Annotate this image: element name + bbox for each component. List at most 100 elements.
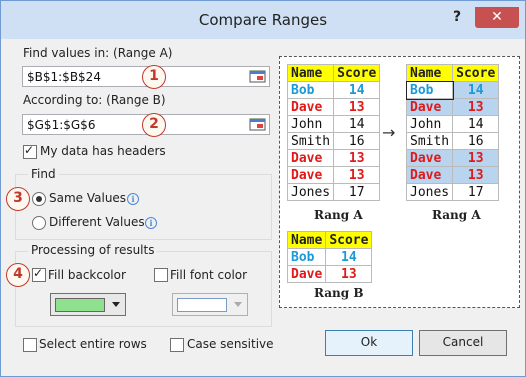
- marker-4: 4: [6, 263, 30, 287]
- preview-name-cell: Dave: [405, 166, 454, 184]
- preview-name-cell: Dave: [286, 166, 335, 184]
- preview-score-cell: 13: [333, 98, 381, 116]
- chevron-down-icon: [112, 302, 120, 307]
- preview-row: Jones 17: [286, 183, 381, 201]
- preview-name-cell: Dave: [405, 98, 454, 116]
- preview-name-cell: Dave: [286, 98, 335, 116]
- preview-header-row: Name Score: [286, 231, 373, 249]
- preview-score-cell: 16: [452, 132, 500, 150]
- range-a-value: $B$1:$B$24: [27, 70, 101, 84]
- backcolor-dropdown[interactable]: [50, 293, 126, 316]
- range-select-a-icon[interactable]: [248, 68, 268, 85]
- cancel-button[interactable]: Cancel: [419, 330, 507, 356]
- find-group: [15, 174, 272, 240]
- radio-selected-dot: [36, 196, 42, 202]
- preview-name-cell: Dave: [286, 149, 335, 167]
- different-values-label: Different Values: [49, 215, 145, 229]
- preview-name-cell: John: [405, 115, 454, 133]
- preview-row: Dave 13: [286, 149, 381, 167]
- preview-range-a-before: Name Score Bob 14 Dave 13 John 14 Smith 16 Dave 13 D…: [286, 64, 381, 201]
- same-values-radio[interactable]: [32, 192, 46, 206]
- preview-header-row: Name Score: [286, 64, 381, 82]
- preview-row: Bob 14: [286, 81, 381, 99]
- headers-checkbox[interactable]: ✓: [23, 143, 37, 159]
- compare-ranges-dialog: Compare Ranges ? ✕ Find values in: (Rang…: [0, 0, 526, 377]
- arrow-right-icon: →: [382, 123, 396, 142]
- range-b-label: According to: (Range B): [23, 93, 166, 107]
- processing-legend: Processing of results: [28, 243, 158, 257]
- case-sensitive-checkbox[interactable]: [170, 338, 184, 352]
- marker-3: 3: [6, 187, 30, 211]
- preview-caption-a-after: Rang A: [432, 208, 481, 222]
- select-entire-rows-checkbox[interactable]: [23, 338, 37, 352]
- same-values-label: Same Values: [49, 191, 127, 205]
- preview-name-cell: Bob: [405, 80, 454, 100]
- range-select-b-icon[interactable]: [248, 116, 268, 133]
- font-color-dropdown[interactable]: [172, 293, 248, 316]
- dialog-title: Compare Ranges: [198, 11, 328, 29]
- fill-backcolor-label: Fill backcolor: [48, 268, 126, 282]
- info-icon[interactable]: i: [127, 193, 139, 205]
- range-b-value: $G$1:$G$6: [27, 118, 96, 132]
- find-legend: Find: [28, 167, 59, 181]
- preview-header-cell: Score: [452, 64, 500, 82]
- preview-name-cell: Bob: [286, 81, 335, 99]
- preview-row: Dave 13: [405, 166, 500, 184]
- preview-row: John 14: [405, 115, 500, 133]
- preview-score-cell: 14: [325, 248, 373, 266]
- check-icon: ✓: [24, 143, 35, 157]
- case-sensitive-label: Case sensitive: [187, 337, 274, 351]
- preview-panel: Name Score Bob 14 Dave 13 John 14 Smith 16 Dave 13 D…: [279, 56, 520, 308]
- preview-header-cell: Score: [333, 64, 381, 82]
- preview-header-row: Name Score: [405, 64, 500, 82]
- preview-name-cell: Jones: [405, 183, 454, 201]
- preview-score-cell: 13: [452, 166, 500, 184]
- preview-name-cell: Smith: [405, 132, 454, 150]
- preview-row: John 14: [286, 115, 381, 133]
- preview-name-cell: John: [286, 115, 335, 133]
- preview-score-cell: 13: [333, 149, 381, 167]
- title-bar: Compare Ranges ? ✕: [1, 1, 525, 39]
- preview-row: Smith 16: [405, 132, 500, 150]
- preview-row: Bob 14: [405, 80, 500, 100]
- preview-name-cell: Dave: [286, 265, 327, 283]
- fill-font-color-checkbox[interactable]: [154, 268, 168, 282]
- marker-1: 1: [142, 65, 166, 89]
- preview-row: Smith 16: [286, 132, 381, 150]
- marker-2: 2: [142, 113, 166, 137]
- preview-row: Dave 13: [286, 98, 381, 116]
- info-icon[interactable]: i: [145, 217, 157, 229]
- preview-row: Dave 13: [405, 149, 500, 167]
- preview-name-cell: Jones: [286, 183, 335, 201]
- preview-header-cell: Name: [286, 64, 335, 82]
- preview-score-cell: 13: [325, 265, 373, 283]
- preview-score-cell: 13: [452, 149, 500, 167]
- fill-backcolor-checkbox[interactable]: ✓: [32, 266, 46, 282]
- select-entire-rows-label: Select entire rows: [39, 337, 147, 351]
- different-values-radio[interactable]: [32, 216, 46, 230]
- preview-header-cell: Name: [286, 231, 327, 249]
- preview-score-cell: 16: [333, 132, 381, 150]
- preview-score-cell: 17: [333, 183, 381, 201]
- check-icon: ✓: [33, 266, 44, 280]
- close-button[interactable]: ✕: [475, 7, 519, 28]
- preview-score-cell: 14: [333, 81, 381, 99]
- preview-range-a-after: Name Score Bob 14 Dave 13 John 14 Smith 16 Dave 13 D…: [405, 64, 500, 201]
- preview-score-cell: 13: [452, 98, 500, 116]
- fill-font-color-label: Fill font color: [170, 268, 248, 282]
- preview-caption-b: Rang B: [314, 286, 364, 300]
- preview-name-cell: Bob: [286, 248, 327, 266]
- chevron-down-icon: [234, 302, 242, 307]
- help-button[interactable]: ?: [449, 9, 465, 27]
- backcolor-swatch: [55, 298, 105, 312]
- preview-row: Jones 17: [405, 183, 500, 201]
- preview-row: Dave 13: [286, 166, 381, 184]
- preview-score-cell: 14: [452, 115, 500, 133]
- preview-range-b: Name Score Bob 14 Dave 13: [286, 231, 373, 283]
- preview-score-cell: 14: [333, 115, 381, 133]
- preview-row: Dave 13: [286, 265, 373, 283]
- ok-button[interactable]: Ok: [325, 330, 413, 356]
- preview-score-cell: 17: [452, 183, 500, 201]
- preview-name-cell: Smith: [286, 132, 335, 150]
- preview-row: Dave 13: [405, 98, 500, 116]
